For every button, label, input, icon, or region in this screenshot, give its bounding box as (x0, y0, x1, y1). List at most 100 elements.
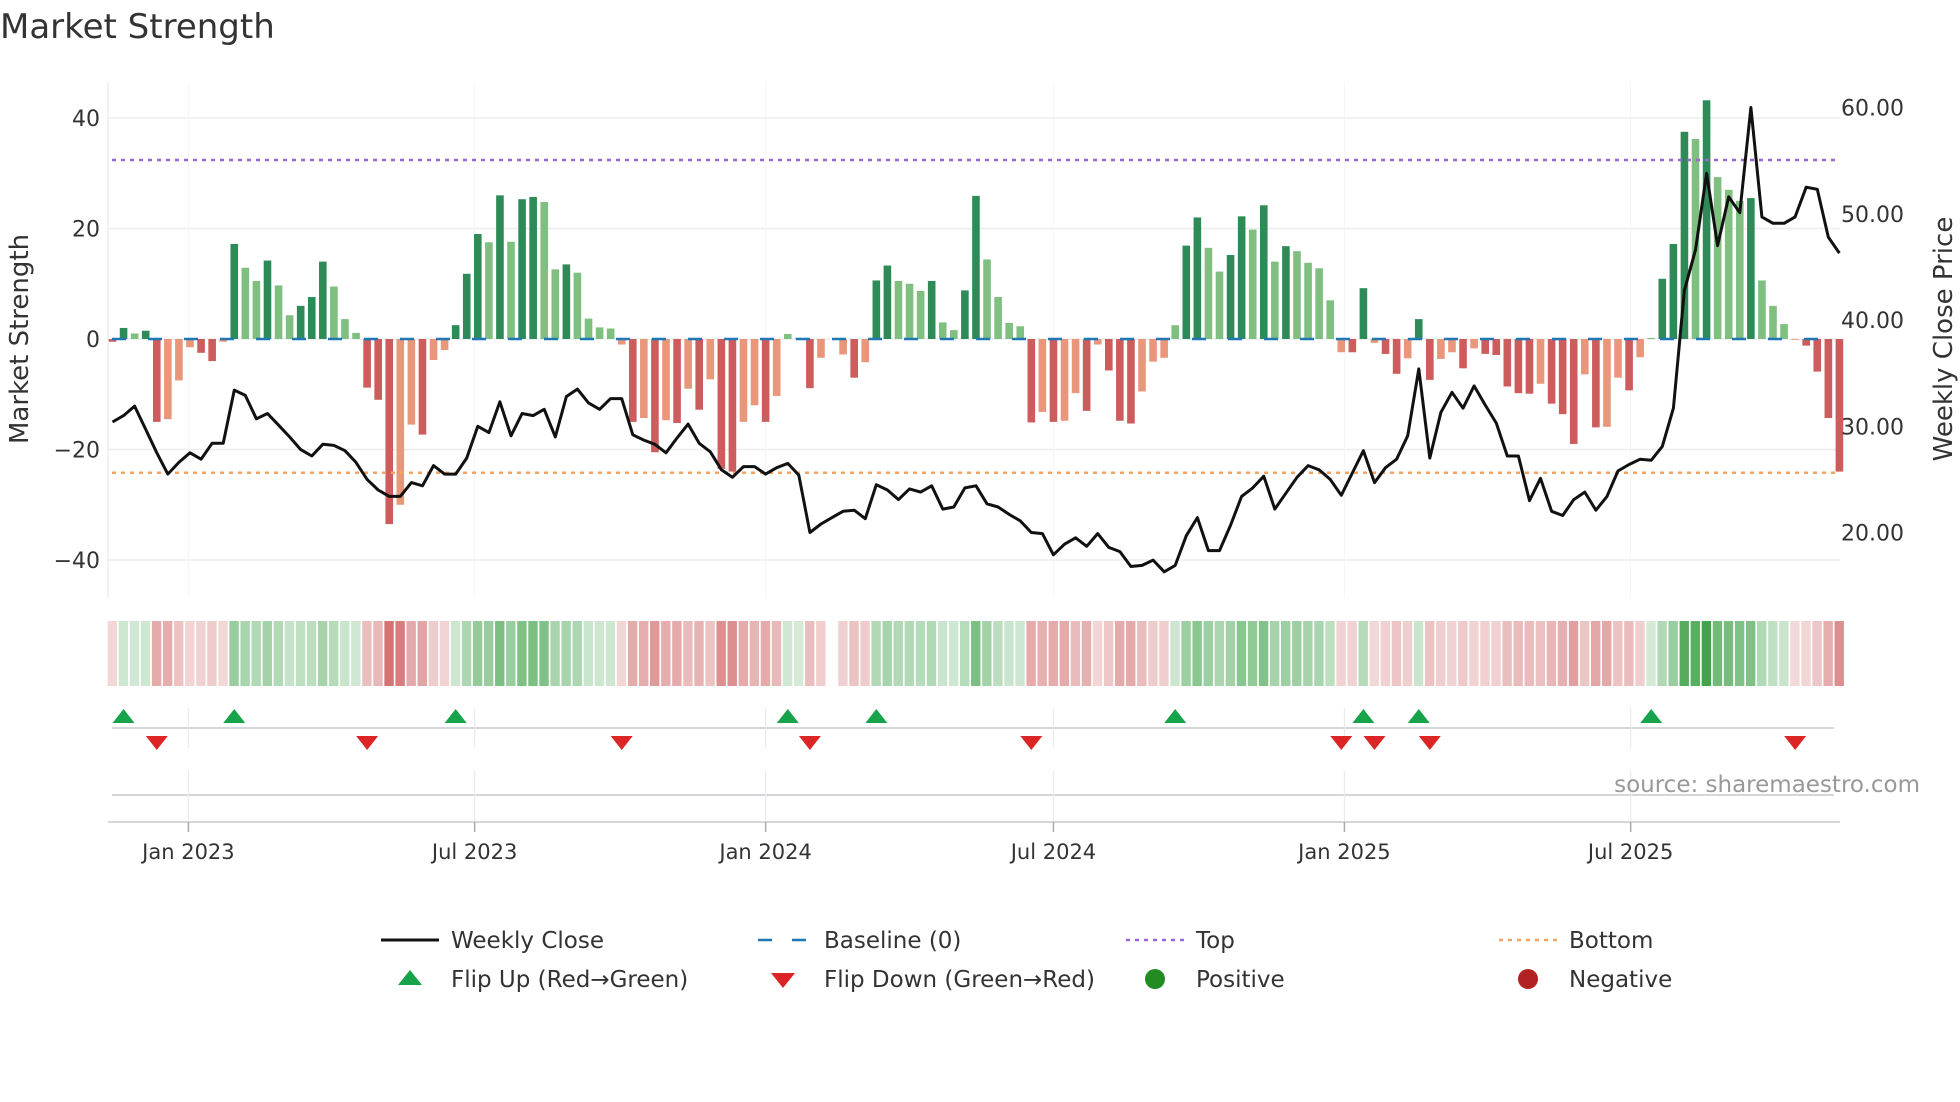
heatmap-cell (971, 621, 981, 686)
heatmap-cell (782, 621, 793, 686)
strength-bar (1149, 339, 1157, 362)
strength-bar (1215, 271, 1224, 339)
strength-bar (706, 339, 715, 380)
heatmap-cell (1436, 621, 1446, 686)
heatmap-cell (1535, 621, 1546, 686)
strength-bar (1481, 339, 1489, 354)
heatmap-cell (317, 621, 328, 686)
strength-bar (1116, 339, 1124, 421)
legend-label: Positive (1196, 967, 1285, 993)
heatmap-cell (439, 621, 450, 686)
heatmap-cell (174, 621, 184, 686)
heatmap-cell (605, 621, 616, 686)
y-tick-label: 20 (72, 218, 100, 243)
strength-bar (352, 332, 360, 339)
strength-bar (518, 199, 526, 339)
heatmap-cell (661, 621, 671, 686)
heatmap-cell (1303, 621, 1313, 686)
y-tick-label: −20 (54, 439, 100, 464)
heatmap-cell (251, 621, 261, 686)
strength-bar (263, 260, 272, 339)
heatmap-cell (594, 621, 605, 686)
heatmap-cell (1480, 621, 1490, 686)
strength-bar (551, 269, 560, 339)
strength-bar (1060, 339, 1069, 421)
heatmap-cell (1137, 621, 1147, 686)
heatmap-cell (295, 621, 306, 686)
heatmap-cell (495, 621, 505, 686)
heatmap-cell (1546, 621, 1557, 686)
strength-bar (584, 318, 593, 339)
legend-label: Weekly Close (451, 928, 604, 954)
strength-bar (1758, 280, 1766, 339)
heatmap-cell (1424, 621, 1435, 686)
heatmap-cell (118, 621, 129, 686)
strength-bar (1049, 339, 1058, 422)
strength-bar (728, 339, 737, 472)
heatmap-cell (1646, 621, 1656, 686)
strength-bar (1492, 339, 1501, 356)
heatmap-cell (417, 621, 427, 686)
strength-bar (783, 334, 792, 339)
strength-bar (1414, 319, 1423, 339)
heatmap-cell (1336, 621, 1346, 686)
strength-bar (1348, 339, 1357, 353)
left-axis-label: Market Strength (5, 234, 35, 444)
heatmap-cell (428, 621, 439, 686)
heatmap-cell (1690, 621, 1701, 686)
strength-bar (1105, 339, 1113, 371)
heatmap-cell (882, 621, 892, 686)
strength-bar (651, 339, 659, 453)
strength-bar (640, 339, 648, 419)
strength-bar (175, 339, 183, 381)
legend-positive-circle-icon (1145, 969, 1165, 989)
strength-bar (1182, 245, 1191, 339)
heatmap-cell (1148, 621, 1158, 686)
strength-bar (628, 339, 637, 422)
strength-bar (496, 195, 504, 339)
strength-bar (1735, 200, 1744, 339)
heatmap-cell (140, 621, 151, 686)
strength-bar (927, 280, 936, 339)
heatmap-cell (904, 621, 915, 686)
heatmap-cell (395, 621, 405, 686)
strength-bar (1669, 243, 1678, 339)
heatmap-cell (727, 621, 737, 686)
strength-bar (1193, 217, 1202, 339)
x-tick-label: Jan 2023 (140, 840, 235, 864)
strength-bar (1326, 300, 1334, 339)
legend-label: Top (1195, 928, 1235, 954)
heatmap-cell (1723, 621, 1734, 686)
heatmap-cell (1103, 621, 1114, 686)
heatmap-cell (1081, 621, 1092, 686)
heatmap-cell (1015, 621, 1025, 686)
strength-bar (1226, 255, 1235, 339)
heatmap-cell (1513, 621, 1523, 686)
heatmap-cell (1059, 621, 1070, 686)
strength-bar (507, 241, 515, 339)
legend-label: Bottom (1569, 928, 1653, 954)
strength-bar (1514, 339, 1523, 394)
strength-bar (1459, 339, 1467, 369)
strength-bar (1171, 325, 1180, 339)
strength-bar (1204, 247, 1213, 339)
heatmap-cell (1314, 621, 1324, 686)
strength-bar (1747, 198, 1755, 339)
x-tick-label: Jul 2025 (1586, 840, 1673, 864)
strength-bar (861, 339, 870, 363)
heatmap-cell (993, 621, 1003, 686)
strength-bar (1304, 262, 1312, 339)
heatmap-cell (816, 621, 826, 686)
strength-bar (1027, 339, 1036, 423)
strength-bar (252, 280, 261, 339)
heatmap-cell (1613, 621, 1623, 686)
heatmap-cell (1380, 621, 1391, 686)
background (0, 0, 1960, 1102)
heatmap-cell (1413, 621, 1424, 686)
strength-bar (1315, 268, 1323, 339)
strength-bar (230, 243, 239, 339)
strength-bar (1271, 261, 1279, 339)
heatmap-cell (450, 621, 461, 686)
strength-bar (606, 328, 615, 339)
heatmap-cell (893, 621, 903, 686)
